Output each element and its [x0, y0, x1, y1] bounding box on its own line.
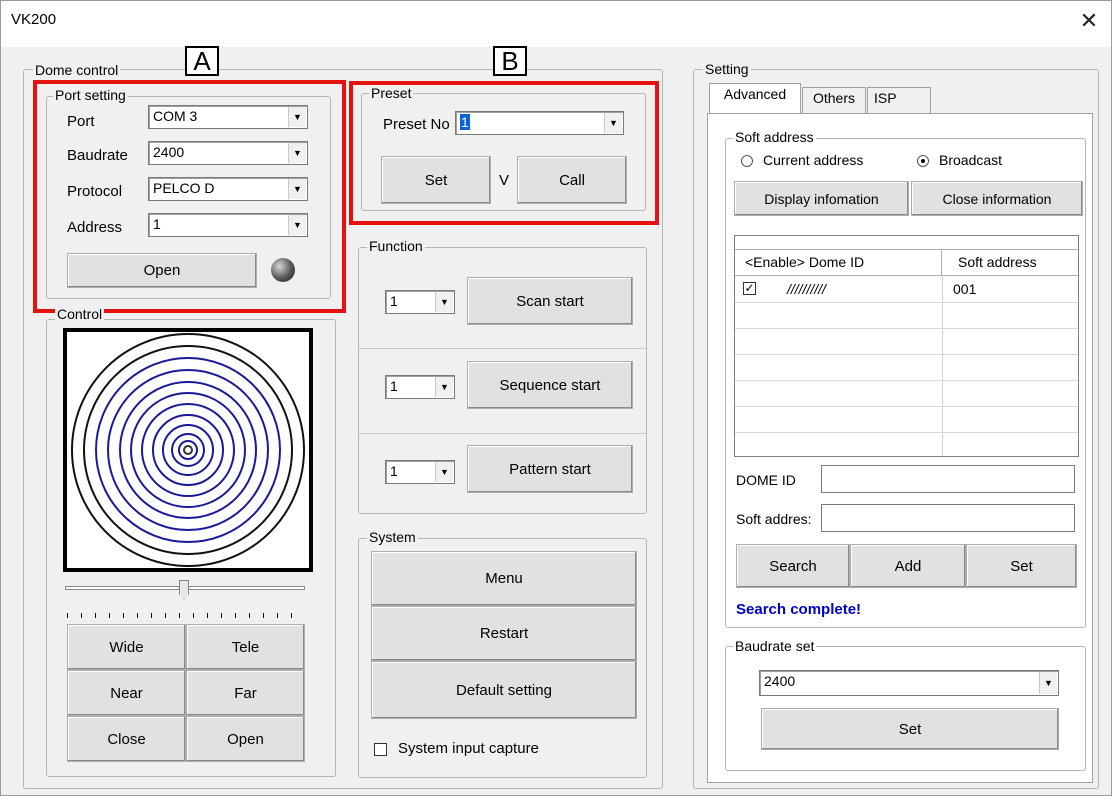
- tab-isp[interactable]: ISP: [867, 87, 931, 113]
- table-top-strip: [735, 236, 1078, 250]
- row-line: [735, 380, 1078, 381]
- title-bar: VK200 ✕: [1, 1, 1111, 47]
- close-iris-button[interactable]: Close: [67, 716, 186, 762]
- tab-others[interactable]: Others: [802, 87, 866, 113]
- pattern-number-select[interactable]: 1 ▼: [385, 460, 455, 484]
- sequence-number-value: 1: [390, 378, 398, 394]
- pattern-start-button[interactable]: Pattern start: [467, 445, 633, 493]
- row-soft-address: 001: [953, 281, 977, 297]
- sequence-start-button[interactable]: Sequence start: [467, 361, 633, 409]
- close-icon[interactable]: ✕: [1075, 7, 1103, 35]
- display-information-button[interactable]: Display infomation: [734, 181, 909, 216]
- chevron-down-icon: ▼: [435, 377, 453, 397]
- dome-id-input[interactable]: [821, 465, 1075, 493]
- soft-address-legend: Soft address: [733, 129, 816, 145]
- search-button[interactable]: Search: [736, 544, 850, 588]
- row-enable-checkbox[interactable]: ✓: [743, 282, 756, 295]
- default-setting-button[interactable]: Default setting: [371, 661, 637, 719]
- search-status-text: Search complete!: [736, 601, 862, 618]
- soft-address-label: Soft addres:: [736, 511, 812, 527]
- main-window: VK200 ✕ Dome control Port setting Port C…: [0, 0, 1112, 796]
- callout-b-box: [349, 81, 659, 225]
- window-title: VK200: [11, 11, 57, 28]
- row-line: [735, 302, 1078, 303]
- far-button[interactable]: Far: [186, 670, 305, 716]
- row-dome-id: //////////: [787, 281, 826, 297]
- system-input-capture-checkbox[interactable]: [374, 743, 387, 756]
- row-line: [735, 406, 1078, 407]
- wide-button[interactable]: Wide: [67, 624, 186, 670]
- dome-id-label: DOME ID: [736, 472, 796, 488]
- add-button[interactable]: Add: [850, 544, 966, 588]
- slider-ticks: [67, 613, 305, 618]
- callout-a-label: A: [185, 46, 219, 76]
- baudrate-set-button[interactable]: Set: [761, 708, 1059, 750]
- baudrate-set-select[interactable]: 2400 ▼: [759, 670, 1059, 696]
- baudrate-set-legend: Baudrate set: [733, 638, 817, 654]
- function-divider: [359, 348, 646, 349]
- restart-button[interactable]: Restart: [371, 606, 637, 661]
- function-divider: [359, 433, 646, 434]
- row-line: [735, 328, 1078, 329]
- scan-number-value: 1: [390, 293, 398, 309]
- column-divider: [942, 276, 943, 456]
- column-header-soft-address[interactable]: Soft address: [942, 250, 1078, 276]
- current-address-radio[interactable]: [741, 155, 753, 167]
- menu-button[interactable]: Menu: [371, 551, 637, 606]
- ptz-joystick-pad[interactable]: [63, 328, 313, 572]
- dome-control-legend: Dome control: [33, 62, 121, 78]
- scan-start-button[interactable]: Scan start: [467, 277, 633, 325]
- setting-legend: Setting: [703, 61, 751, 77]
- function-legend: Function: [367, 238, 425, 254]
- chevron-down-icon: ▼: [435, 292, 453, 312]
- current-address-label: Current address: [763, 152, 864, 168]
- tab-advanced[interactable]: Advanced: [709, 83, 801, 113]
- row-line: [735, 354, 1078, 355]
- near-button[interactable]: Near: [67, 670, 186, 716]
- control-legend: Control: [55, 306, 105, 322]
- soft-address-input[interactable]: [821, 504, 1075, 532]
- row-line: [735, 432, 1078, 433]
- soft-address-set-button[interactable]: Set: [966, 544, 1077, 588]
- system-input-capture-label: System input capture: [398, 740, 539, 757]
- chevron-down-icon: ▼: [435, 462, 453, 482]
- broadcast-radio[interactable]: [917, 155, 929, 167]
- concentric-rings-icon: [71, 333, 305, 567]
- sequence-number-select[interactable]: 1 ▼: [385, 375, 455, 399]
- scan-number-select[interactable]: 1 ▼: [385, 290, 455, 314]
- close-information-button[interactable]: Close information: [911, 181, 1083, 216]
- system-legend: System: [367, 529, 418, 545]
- broadcast-label: Broadcast: [939, 152, 1003, 168]
- callout-a-box: [33, 80, 346, 313]
- pattern-number-value: 1: [390, 463, 398, 479]
- chevron-down-icon: ▼: [1039, 672, 1057, 694]
- callout-b-label: B: [493, 46, 527, 76]
- baudrate-set-value: 2400: [764, 673, 796, 689]
- open-iris-button[interactable]: Open: [186, 716, 305, 762]
- column-header-dome-id[interactable]: <Enable> Dome ID: [735, 250, 942, 276]
- dome-list-table[interactable]: <Enable> Dome ID Soft address ✓ ////////…: [734, 235, 1079, 457]
- tele-button[interactable]: Tele: [186, 624, 305, 670]
